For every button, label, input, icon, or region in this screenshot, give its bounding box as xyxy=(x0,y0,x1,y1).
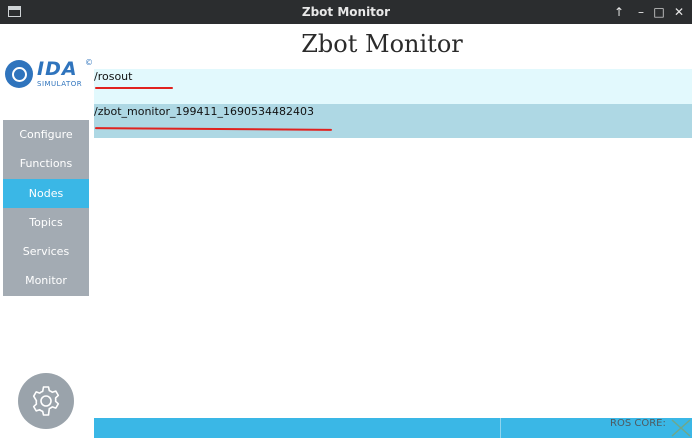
ros-core-label: ROS CORE: xyxy=(610,418,666,429)
keep-above-icon[interactable]: ↑ xyxy=(610,0,628,24)
node-name: /rosout xyxy=(94,70,133,83)
close-icon[interactable]: ✕ xyxy=(670,0,688,24)
status-divider xyxy=(500,418,501,438)
sidebar-item-configure[interactable]: Configure xyxy=(3,120,89,149)
logo-subtitle: SIMULATOR xyxy=(37,80,83,88)
logo-brand: IDA xyxy=(37,58,78,80)
sidebar-item-nodes[interactable]: Nodes xyxy=(3,179,89,208)
node-name: /zbot_monitor_199411_1690534482403 xyxy=(94,105,315,118)
ros-core-status-icon xyxy=(671,419,691,437)
page-title: Zbot Monitor xyxy=(301,30,463,58)
window-titlebar: Zbot Monitor ↑ – □ ✕ xyxy=(0,0,692,24)
settings-button[interactable] xyxy=(18,373,74,429)
node-list-item[interactable]: /rosout xyxy=(94,69,692,104)
red-underline-annotation xyxy=(95,87,173,89)
gear-icon xyxy=(32,386,60,416)
window-title: Zbot Monitor xyxy=(301,5,391,19)
sidebar-nav: Configure Functions Nodes Topics Service… xyxy=(3,120,89,296)
sidebar-item-services[interactable]: Services xyxy=(3,237,89,266)
sidebar-item-functions[interactable]: Functions xyxy=(3,149,89,178)
minimize-icon[interactable]: – xyxy=(632,0,650,24)
node-list-item-selected[interactable]: /zbot_monitor_199411_1690534482403 xyxy=(94,104,692,138)
sidebar-item-monitor[interactable]: Monitor xyxy=(3,266,89,295)
maximize-icon[interactable]: □ xyxy=(650,0,668,24)
ida-simulator-logo: IDA © SIMULATOR xyxy=(3,58,93,98)
logo-mark-icon xyxy=(5,60,33,88)
sidebar-item-topics[interactable]: Topics xyxy=(3,208,89,237)
logo-registered: © xyxy=(85,58,93,67)
status-bar: ROS CORE: xyxy=(94,418,692,438)
